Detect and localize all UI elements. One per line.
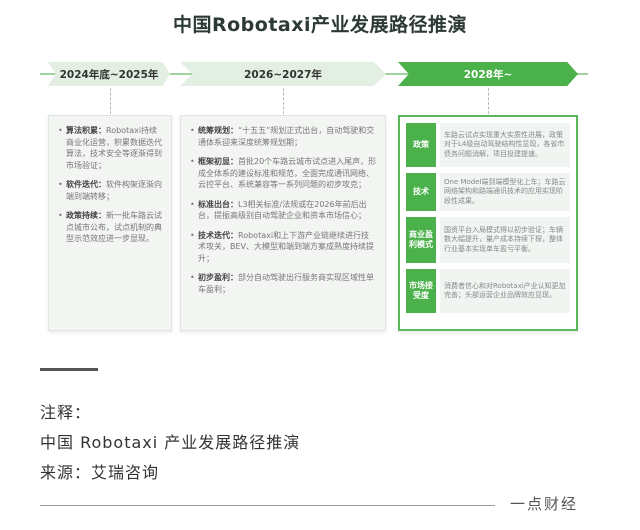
category-row-business-model: 商业盈利模式 国资平台入局模式得以初步验证；车辆数大幅提升，量产成本持续下探，整… bbox=[406, 217, 570, 263]
list-item: 技术迭代：Robotaxi和上下游产业链继续进行技术攻关，BEV、大模型和端到端… bbox=[190, 230, 377, 265]
item-label: 算法积累： bbox=[66, 126, 106, 135]
list-item: 算法积累：Robotaxi持续商业化运营，积累数据迭代算法，技术安全等逐渐得到市… bbox=[58, 125, 163, 171]
phase-card-1: 算法积累：Robotaxi持续商业化运营，积累数据迭代算法，技术安全等逐渐得到市… bbox=[48, 115, 172, 331]
list-item: 统筹规划：“十五五”规划正式出台，自动驾驶和交通体系迎来深度统筹规划期； bbox=[190, 125, 377, 148]
phase-header-1: 2024年底~2025年 bbox=[48, 62, 170, 86]
category-label: 商业盈利模式 bbox=[406, 217, 436, 263]
phase-1-list: 算法积累：Robotaxi持续商业化运营，积累数据迭代算法，技术安全等逐渐得到市… bbox=[49, 116, 171, 259]
diagram-title: 中国Robotaxi产业发展路径推演 bbox=[172, 14, 467, 36]
item-label: 框架初显： bbox=[198, 157, 238, 166]
category-label: 技术 bbox=[406, 173, 436, 211]
list-item: 标准出台：L3相关标准/法规或在2026年前后出台，提振高级别自动驾驶企业和资本… bbox=[190, 199, 377, 222]
item-label: 技术迭代： bbox=[198, 230, 238, 240]
phase-card-2: 统筹规划：“十五五”规划正式出台，自动驾驶和交通体系迎来深度统筹规划期； 框架初… bbox=[180, 115, 386, 331]
connector-1 bbox=[110, 88, 111, 114]
category-text: 国资平台入局模式得以初步验证；车辆数大幅提升，量产成本持续下探，整体行业基本实现… bbox=[440, 217, 570, 263]
source-line: 来源：艾瑞咨询 bbox=[40, 463, 160, 482]
category-label: 政策 bbox=[406, 123, 436, 167]
list-item: 框架初显：首批20个车路云城市试点进入尾声，形成全体系的建设标准和规范，全面完成… bbox=[190, 156, 377, 191]
phase-2-list: 统筹规划：“十五五”规划正式出台，自动驾驶和交通体系迎来深度统筹规划期； 框架初… bbox=[181, 116, 385, 309]
category-row-market-acceptance: 市场接受度 消费者信心和对Robotaxi产业认知更加完善；头部运营企业品牌效应… bbox=[406, 269, 570, 313]
item-label: 软件迭代： bbox=[66, 180, 106, 189]
list-item: 政策持续：新一批车路云试点城市公布，试点机制的典型示范效应进一步显现。 bbox=[58, 210, 163, 245]
note-label: 注释： bbox=[40, 403, 92, 422]
category-row-technology: 技术 One Model端到端模型化上车；车路云网络架构和路端通讯技术的应用实现… bbox=[406, 173, 570, 211]
item-label: 政策持续： bbox=[66, 211, 106, 220]
connector-2 bbox=[283, 88, 284, 114]
category-row-policy: 政策 车路云试点实现重大实质性进展，政策对于L4级自动驾驶结构性显现，各省市债务… bbox=[406, 123, 570, 167]
item-label: 统筹规划： bbox=[198, 126, 238, 135]
phase-header-2: 2026~2027年 bbox=[180, 62, 386, 86]
divider-short bbox=[40, 368, 98, 371]
item-label: 初步盈利： bbox=[198, 273, 238, 282]
category-text: 车路云试点实现重大实质性进展，政策对于L4级自动驾驶结构性显现，各省市债务问题消… bbox=[440, 123, 570, 167]
list-item: 初步盈利：部分自动驾驶出行服务商实现区域性单车盈利； bbox=[190, 272, 377, 295]
connector-3 bbox=[488, 88, 489, 114]
item-label: 标准出台： bbox=[198, 199, 238, 209]
divider-long bbox=[40, 505, 495, 506]
phase-card-3: 政策 车路云试点实现重大实质性进展，政策对于L4级自动驾驶结构性显现，各省市债务… bbox=[398, 115, 578, 331]
category-text: One Model端到端模型化上车；车路云网络架构和路端通讯技术的应用实现阶段性… bbox=[440, 173, 570, 211]
note-caption: 中国 Robotaxi 产业发展路径推演 bbox=[40, 433, 301, 452]
list-item: 软件迭代：软件构架逐渐向端到端转移； bbox=[58, 179, 163, 202]
phase-header-3: 2028年~ bbox=[398, 62, 578, 86]
category-label: 市场接受度 bbox=[406, 269, 436, 313]
brand-watermark: 一点财经 bbox=[510, 495, 579, 513]
category-text: 消费者信心和对Robotaxi产业认知更加完善；头部运营企业品牌效应显现。 bbox=[440, 269, 570, 313]
